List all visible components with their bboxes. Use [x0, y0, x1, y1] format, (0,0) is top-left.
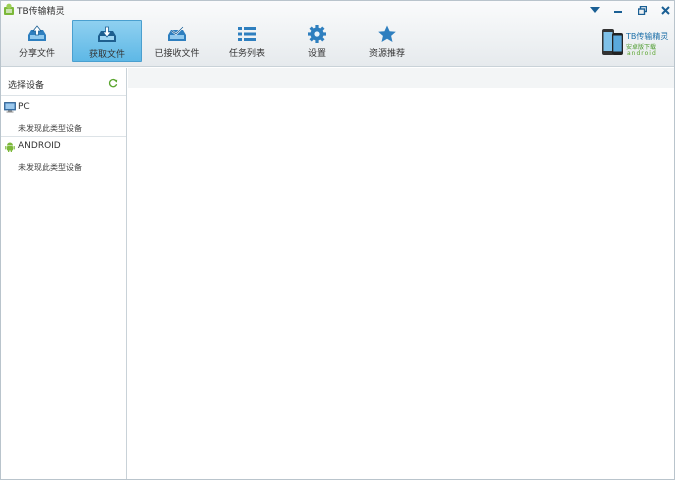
task-list-icon: [238, 27, 256, 41]
toolbar-label: 获取文件: [88, 50, 125, 60]
minimize-button[interactable]: [610, 3, 626, 17]
sidebar-header: 选择设备: [1, 68, 126, 96]
device-group-name: PC: [18, 102, 30, 112]
brand-android-text: android: [627, 50, 657, 57]
phone-icon: [602, 29, 623, 55]
device-group-pc[interactable]: PC: [1, 100, 126, 116]
triangle-down-icon: [590, 6, 600, 13]
restore-icon: [637, 5, 647, 15]
toolbar-fetch-files[interactable]: 获取文件: [72, 20, 142, 62]
toolbar-label: 已接收文件: [154, 49, 200, 59]
header: TB传输精灵 分享文件 获取文件 已接收文件 任务列表 设置 资源推荐 TB传输…: [1, 1, 674, 67]
close-button[interactable]: [657, 3, 673, 17]
toolbar-label: 任务列表: [228, 49, 265, 59]
pc-monitor-icon: [4, 102, 16, 113]
content-header-strip: [128, 68, 674, 88]
app-title: TB传输精灵: [17, 7, 65, 17]
toolbar: 分享文件 获取文件 已接收文件 任务列表 设置 资源推荐: [1, 20, 601, 64]
android-download-promo[interactable]: TB传输精灵 安卓版下载 android: [601, 25, 671, 59]
refresh-icon[interactable]: [108, 78, 118, 88]
close-icon: [660, 5, 670, 15]
toolbar-label: 资源推荐: [368, 49, 405, 59]
received-files-icon: [168, 26, 186, 41]
toolbar-task-list[interactable]: 任务列表: [212, 20, 282, 62]
fetch-download-icon: [98, 26, 116, 42]
share-upload-icon: [28, 25, 46, 41]
device-group-empty-note: 未发现此类型设备: [18, 163, 82, 172]
toolbar-received-files[interactable]: 已接收文件: [142, 20, 212, 62]
device-group-name: ANDROID: [18, 141, 61, 151]
toolbar-label: 分享文件: [18, 49, 55, 59]
toolbar-resource-recommend[interactable]: 资源推荐: [352, 20, 422, 62]
brand-title: TB传输精灵: [626, 32, 669, 41]
toolbar-settings[interactable]: 设置: [282, 20, 352, 62]
app-logo-icon: [4, 3, 14, 15]
device-group-empty-note: 未发现此类型设备: [18, 124, 82, 133]
restore-button[interactable]: [634, 3, 650, 17]
menu-dropdown-button[interactable]: [587, 3, 603, 17]
device-group-android[interactable]: ANDROID: [1, 139, 126, 155]
toolbar-share-files[interactable]: 分享文件: [2, 20, 72, 62]
content-area: [128, 88, 674, 479]
star-icon: [378, 25, 396, 42]
minimize-icon: [614, 11, 622, 13]
toolbar-label: 设置: [307, 49, 326, 59]
sidebar-title: 选择设备: [8, 81, 45, 91]
android-icon: [5, 142, 15, 152]
title-bar: TB传输精灵: [1, 1, 674, 19]
gear-icon: [308, 25, 326, 43]
device-sidebar: 选择设备 PC 未发现此类型设备 ANDROID 未发现此类型设备: [1, 68, 127, 479]
app-window: TB传输精灵 分享文件 获取文件 已接收文件 任务列表 设置 资源推荐 TB传输…: [0, 0, 675, 480]
divider: [1, 136, 126, 137]
